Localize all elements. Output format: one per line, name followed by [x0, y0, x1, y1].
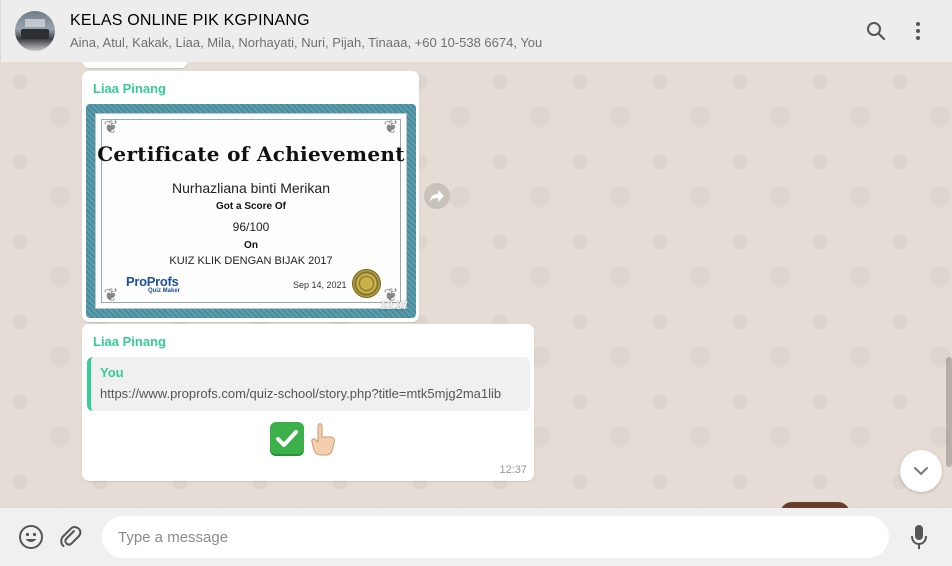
- chat-info[interactable]: KELAS ONLINE PIK KGPINANG Aina, Atul, Ka…: [70, 12, 542, 50]
- scrollbar[interactable]: [946, 357, 952, 467]
- message-time: 12:37: [380, 300, 408, 312]
- ornament-icon: ❦: [103, 285, 119, 305]
- scroll-down-button[interactable]: [900, 450, 942, 492]
- message-time: 12:37: [499, 464, 527, 476]
- message-sender[interactable]: Liaa Pinang: [93, 334, 166, 349]
- quoted-text: https://www.proprofs.com/quiz-school/sto…: [100, 386, 502, 401]
- certificate-name: Nurhazliana binti Merikan: [172, 180, 330, 196]
- message-reply[interactable]: Liaa Pinang You https://www.proprofs.com…: [82, 324, 534, 481]
- chevron-down-icon: [914, 467, 928, 476]
- message-sender[interactable]: Liaa Pinang: [93, 81, 166, 96]
- composer: [0, 508, 952, 566]
- emoji-icon[interactable]: [18, 524, 44, 550]
- certificate-on-label: On: [244, 240, 258, 251]
- chat-header: KELAS ONLINE PIK KGPINANG Aina, Atul, Ka…: [0, 0, 952, 62]
- message-image[interactable]: Liaa Pinang ❦ ❦ ❦ ❦ Certificate of Achie…: [82, 71, 419, 322]
- chat-title: KELAS ONLINE PIK KGPINANG: [70, 12, 310, 29]
- logo-main: ProProfs: [126, 274, 179, 289]
- certificate-title: Certificate of Achievement: [97, 142, 405, 166]
- chat-area[interactable]: 12:35 Liaa Pinang ❦ ❦ ❦ ❦ Certificate of…: [0, 62, 952, 508]
- paperclip-icon[interactable]: [58, 524, 84, 550]
- certificate-score: 96/100: [232, 220, 270, 234]
- microphone-icon[interactable]: [906, 524, 932, 550]
- group-avatar[interactable]: [15, 11, 55, 51]
- quoted-message[interactable]: You https://www.proprofs.com/quiz-school…: [87, 357, 530, 411]
- message-body: [270, 422, 338, 464]
- logo-sub: Quiz Maker: [148, 288, 181, 294]
- certificate-quiz: KUIZ KLIK DENGAN BIJAK 2017: [169, 255, 333, 267]
- pointing-up-icon: [308, 422, 338, 464]
- ornament-icon: ❦: [383, 117, 399, 137]
- forward-icon[interactable]: [424, 183, 450, 209]
- check-mark-icon: [270, 422, 304, 456]
- message-input[interactable]: [102, 516, 889, 558]
- proprofs-logo: ProProfs Quiz Maker: [126, 274, 180, 294]
- ornament-icon: ❦: [103, 117, 119, 137]
- certificate-date: Sep 14, 2021: [293, 280, 347, 290]
- chat-members: Aina, Atul, Kakak, Liaa, Mila, Norhayati…: [70, 35, 543, 50]
- certificate-score-label: Got a Score Of: [215, 201, 286, 212]
- certificate-image[interactable]: ❦ ❦ ❦ ❦ Certificate of Achievement Nurha…: [86, 104, 416, 318]
- quoted-author: You: [100, 365, 124, 380]
- seal-icon: [352, 269, 381, 298]
- search-icon[interactable]: [864, 19, 888, 43]
- menu-icon[interactable]: [906, 19, 930, 43]
- previous-message: 12:35: [82, 62, 188, 68]
